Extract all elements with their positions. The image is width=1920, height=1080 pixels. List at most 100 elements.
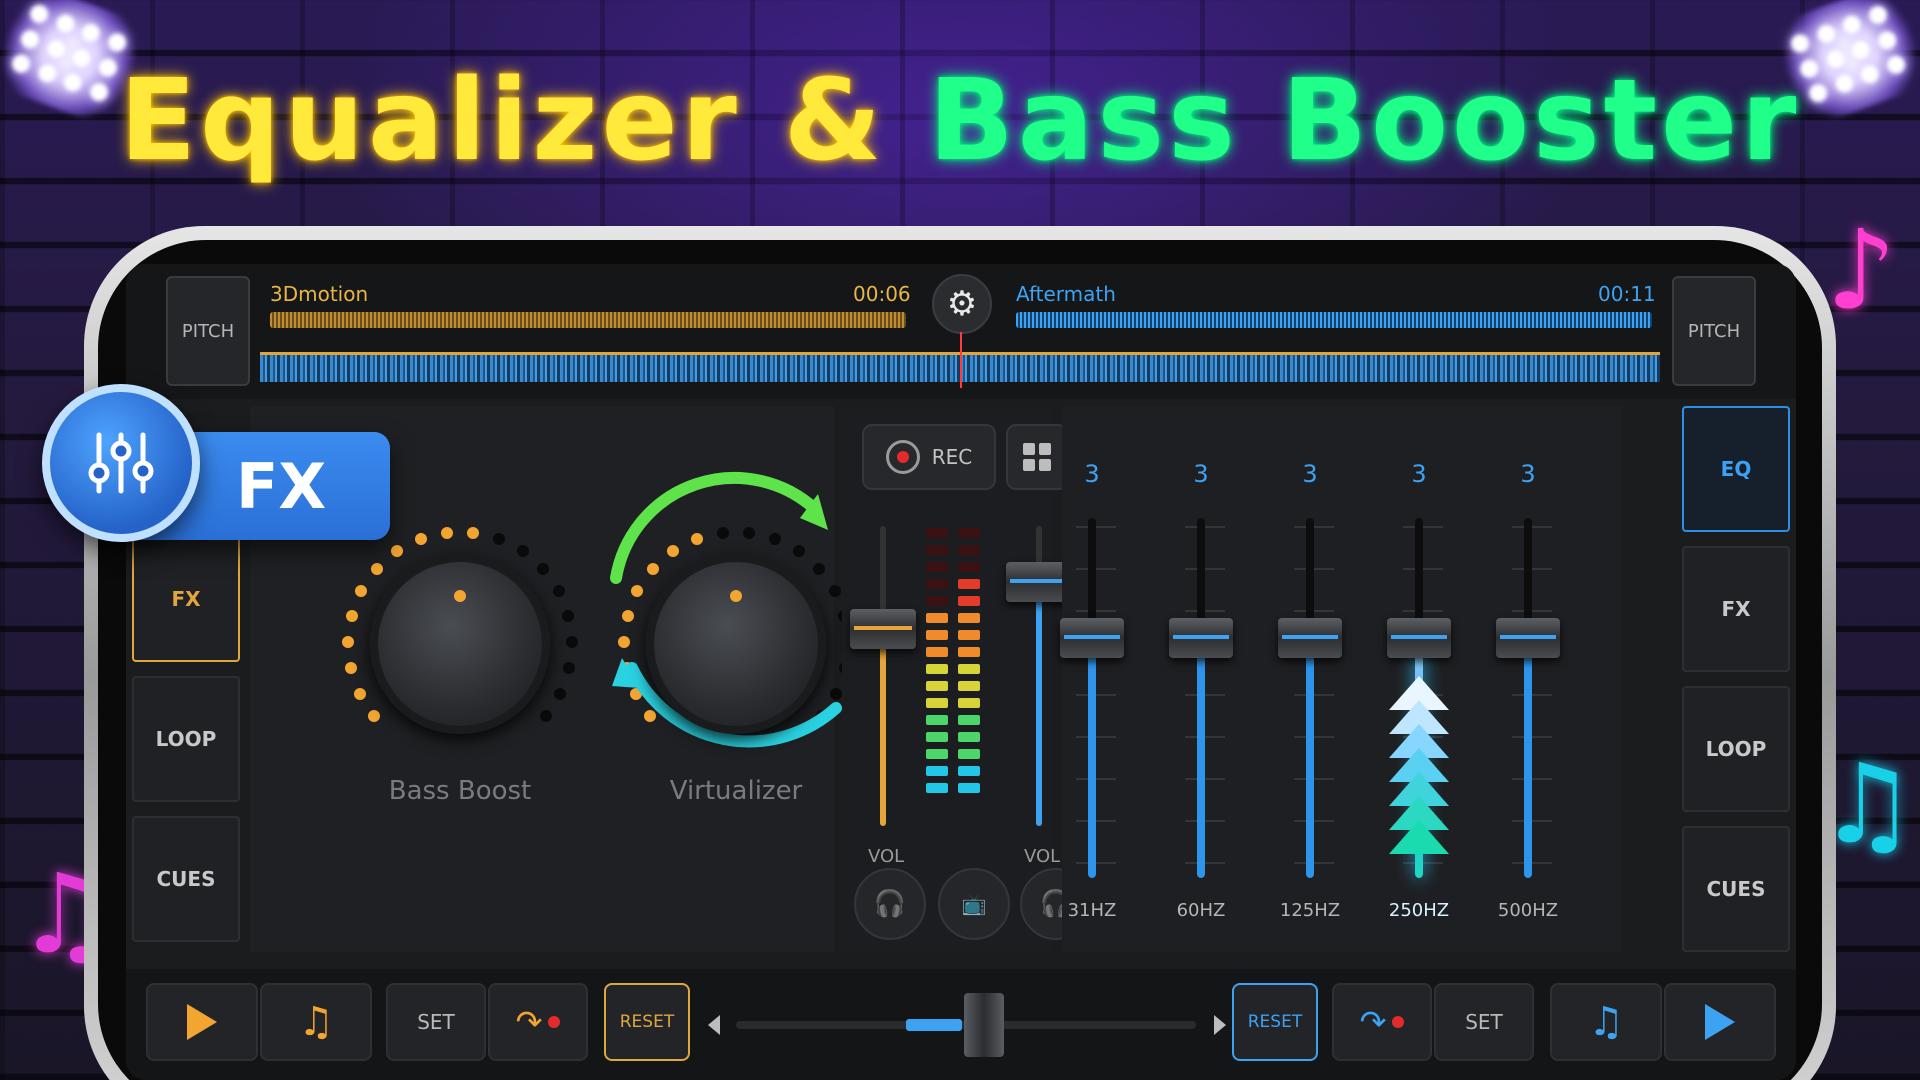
meter-segment bbox=[926, 664, 948, 674]
eq-tick bbox=[1294, 568, 1334, 570]
loop-jump-button-left[interactable]: ↷ bbox=[488, 983, 588, 1061]
tab-cues-left[interactable]: CUES bbox=[132, 816, 240, 942]
eq-tick bbox=[1403, 862, 1443, 864]
meter-segment bbox=[926, 681, 948, 691]
eq-tick bbox=[1185, 694, 1225, 696]
level-dot bbox=[345, 609, 358, 622]
meter-segment bbox=[958, 545, 980, 555]
eq-value-31hz: 3 bbox=[1084, 460, 1100, 488]
settings-gear-icon[interactable]: ⚙ bbox=[932, 274, 992, 334]
bass-boost-knob-wrap[interactable] bbox=[330, 514, 590, 774]
eq-tick bbox=[1512, 736, 1552, 738]
eq-tick bbox=[1403, 610, 1443, 612]
headphones-icon: 🎧 bbox=[873, 889, 907, 919]
meter-segment bbox=[958, 715, 980, 725]
add-music-button-right[interactable]: ♫ bbox=[1550, 983, 1662, 1061]
eq-tick bbox=[1294, 736, 1334, 738]
dj-app-screen: PITCH 3Dmotion 00:06 ⚙ Aftermath 00:11 P… bbox=[126, 264, 1796, 1080]
headphones-left-button[interactable]: 🎧 bbox=[854, 868, 926, 940]
eq-tick bbox=[1294, 778, 1334, 780]
eq-handle-60hz[interactable] bbox=[1169, 618, 1233, 658]
meter-segment bbox=[958, 732, 980, 742]
set-button-left[interactable]: SET bbox=[386, 983, 486, 1061]
eq-tick bbox=[1185, 610, 1225, 612]
transport-bar: ♫ SET ↷ RESET RESET ↷ SET ♫ bbox=[126, 969, 1796, 1080]
tab-eq-right[interactable]: EQ bbox=[1682, 406, 1790, 532]
pitch-button-left[interactable]: PITCH bbox=[166, 276, 250, 386]
level-dot bbox=[562, 609, 575, 622]
headline-equalizer: Equalizer & bbox=[119, 56, 886, 186]
eq-value-125hz: 3 bbox=[1302, 460, 1318, 488]
eq-tick bbox=[1076, 736, 1116, 738]
grid-icon bbox=[1023, 443, 1051, 471]
meter-segment bbox=[926, 647, 948, 657]
tab-loop-right[interactable]: LOOP bbox=[1682, 686, 1790, 812]
level-dot bbox=[554, 687, 567, 700]
meter-segment bbox=[926, 528, 948, 538]
tab-fx-left[interactable]: FX bbox=[132, 536, 240, 662]
volume-fill-right bbox=[1036, 582, 1042, 826]
tv-ad-icon: 📺 bbox=[961, 892, 987, 916]
eq-tick bbox=[1512, 568, 1552, 570]
ad-button[interactable]: 📺 bbox=[938, 868, 1010, 940]
reset-button-left[interactable]: RESET bbox=[604, 983, 690, 1061]
pitch-button-right[interactable]: PITCH bbox=[1672, 276, 1756, 386]
level-dot bbox=[563, 662, 576, 675]
play-button-right[interactable] bbox=[1664, 983, 1776, 1061]
tab-cues-right[interactable]: CUES bbox=[1682, 826, 1790, 952]
eq-tick bbox=[1076, 778, 1116, 780]
vol-label-right: VOL bbox=[1024, 846, 1061, 867]
loop-jump-button-right[interactable]: ↷ bbox=[1332, 983, 1432, 1061]
tab-fx-right[interactable]: FX bbox=[1682, 546, 1790, 672]
crossfader-handle[interactable] bbox=[964, 993, 1005, 1057]
tab-loop-left[interactable]: LOOP bbox=[132, 676, 240, 802]
eq-handle-250hz[interactable] bbox=[1387, 618, 1451, 658]
meter-segment bbox=[926, 732, 948, 742]
eq-fill-31hz bbox=[1088, 634, 1096, 878]
track-time-right: 00:11 bbox=[1598, 282, 1656, 306]
eq-handle-500hz[interactable] bbox=[1496, 618, 1560, 658]
meter-segment bbox=[958, 749, 980, 759]
add-music-button-left[interactable]: ♫ bbox=[260, 983, 372, 1061]
eq-tick bbox=[1076, 526, 1116, 528]
level-dot bbox=[342, 635, 355, 648]
virtualizer-knob-wrap[interactable] bbox=[606, 471, 866, 774]
waveform-left[interactable] bbox=[270, 312, 906, 328]
fx-badge-circle bbox=[42, 384, 200, 542]
volume-fader-left[interactable] bbox=[850, 609, 916, 650]
eq-label-250hz: 250HZ bbox=[1388, 900, 1450, 921]
eq-tick bbox=[1076, 568, 1116, 570]
meter-segment bbox=[958, 613, 980, 623]
eq-tick bbox=[1185, 862, 1225, 864]
virtualizer-knob[interactable] bbox=[646, 554, 826, 734]
level-dot bbox=[353, 687, 366, 700]
play-button-left[interactable] bbox=[146, 983, 258, 1061]
eq-tick bbox=[1185, 820, 1225, 822]
meter-segment bbox=[958, 783, 980, 793]
level-dot bbox=[537, 562, 550, 575]
eq-label-60hz: 60HZ bbox=[1176, 900, 1226, 921]
eq-handle-125hz[interactable] bbox=[1278, 618, 1342, 658]
level-dot bbox=[370, 562, 383, 575]
eq-fill-125hz bbox=[1306, 634, 1314, 878]
bass-boost-knob[interactable] bbox=[370, 554, 550, 734]
level-dot bbox=[493, 533, 506, 546]
record-button[interactable]: REC bbox=[862, 424, 996, 490]
eq-tick bbox=[1076, 820, 1116, 822]
eq-tick bbox=[1294, 862, 1334, 864]
eq-fill-500hz bbox=[1524, 634, 1532, 878]
set-button-right[interactable]: SET bbox=[1434, 983, 1534, 1061]
eq-tick bbox=[1403, 568, 1443, 570]
eq-tick bbox=[1512, 862, 1552, 864]
grid-menu-button[interactable] bbox=[1006, 424, 1068, 490]
waveform-right[interactable] bbox=[1016, 312, 1652, 328]
eq-panel: 3 3 3 3 3 31HZ 60HZ 125HZ 250HZ 500HZ bbox=[1060, 406, 1622, 952]
reset-button-right[interactable]: RESET bbox=[1232, 983, 1318, 1061]
level-dot bbox=[344, 662, 357, 675]
crossfader-right-arrow-icon[interactable] bbox=[1214, 1015, 1226, 1035]
record-label: REC bbox=[931, 445, 973, 469]
eq-value-60hz: 3 bbox=[1193, 460, 1209, 488]
eq-handle-31hz[interactable] bbox=[1060, 618, 1124, 658]
track-name-right: Aftermath bbox=[1016, 282, 1116, 306]
crossfader-left-arrow-icon[interactable] bbox=[708, 1015, 720, 1035]
